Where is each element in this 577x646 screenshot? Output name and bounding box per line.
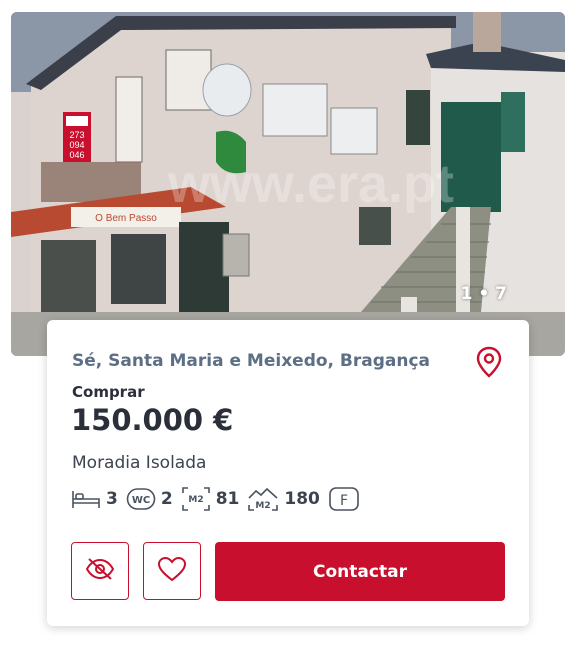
hide-listing-button[interactable]: [71, 542, 129, 600]
map-pin-icon[interactable]: [475, 346, 503, 378]
svg-text:WC: WC: [132, 495, 150, 506]
house-illustration: 273 094 046 O Bem Passo www.era.pt: [11, 12, 565, 356]
sign-phone-line-1: 273: [69, 130, 84, 140]
listing-card[interactable]: Sé, Santa Maria e Meixedo, Bragança Comp…: [47, 320, 529, 626]
svg-text:F: F: [340, 493, 348, 509]
m2-area-icon: M2: [181, 486, 211, 512]
feature-bathrooms: WC 2: [126, 487, 173, 511]
hide-eye-icon: [85, 556, 115, 587]
favorite-button[interactable]: [143, 542, 201, 600]
features-row: 3 WC 2 M2 81 M2 180 F: [71, 485, 370, 513]
listing-location[interactable]: Sé, Santa Maria e Meixedo, Bragança: [72, 351, 430, 371]
heart-icon: [157, 556, 187, 587]
property-type: Moradia Isolada: [72, 453, 207, 473]
bed-icon: [71, 487, 101, 511]
photo-watermark: www.era.pt: [167, 154, 454, 214]
wc-icon: WC: [126, 487, 156, 511]
m2-land-icon: M2: [247, 486, 279, 512]
feature-area: M2 81: [181, 486, 240, 512]
bedrooms-value: 3: [106, 489, 118, 509]
area-value: 81: [215, 489, 240, 509]
land-value: 180: [284, 489, 320, 509]
bathrooms-value: 2: [160, 489, 173, 509]
property-photo[interactable]: 273 094 046 O Bem Passo www.era.pt 1 • 7: [11, 12, 565, 356]
feature-energy: F: [328, 486, 362, 512]
feature-bedrooms: 3: [71, 487, 118, 511]
sign-phone-line-2: 094: [69, 140, 84, 150]
listing-operation: Comprar: [72, 383, 145, 401]
svg-text:M2: M2: [256, 501, 271, 511]
feature-land: M2 180: [247, 486, 320, 512]
energy-class-icon: F: [328, 486, 362, 512]
svg-text:M2: M2: [188, 495, 203, 505]
shop-sign-text: O Bem Passo: [95, 213, 157, 224]
photo-counter: 1 • 7: [460, 284, 507, 304]
contact-button[interactable]: Contactar: [215, 542, 505, 601]
listing-price: 150.000 €: [71, 403, 234, 437]
sign-phone-line-3: 046: [69, 150, 84, 160]
